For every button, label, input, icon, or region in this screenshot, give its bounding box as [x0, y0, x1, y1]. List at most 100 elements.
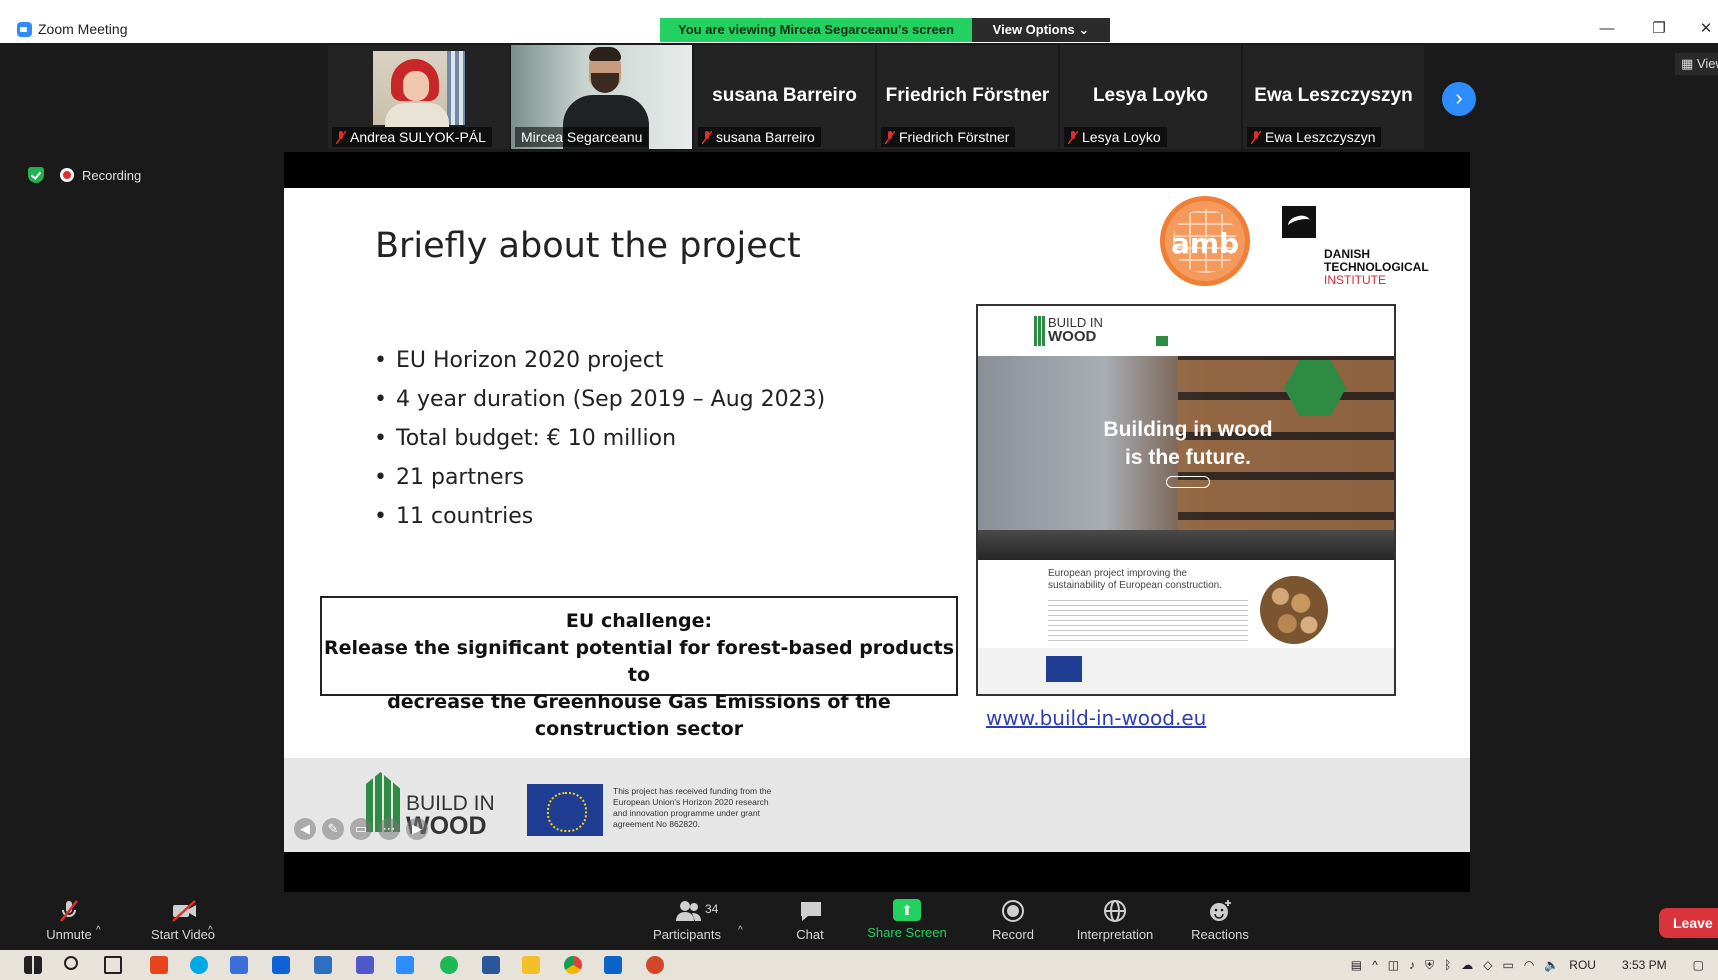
recording-indicator[interactable]: Recording: [28, 166, 141, 184]
view-button[interactable]: ▦ View: [1675, 53, 1718, 75]
list-item: 4 year duration (Sep 2019 – Aug 2023): [374, 387, 825, 426]
eu-flag-icon: [527, 784, 603, 836]
interpretation-button[interactable]: Interpretation: [1055, 899, 1175, 947]
outlook-app-icon[interactable]: [604, 956, 622, 974]
onedrive-icon[interactable]: ☁: [1461, 958, 1473, 972]
file-explorer-icon[interactable]: [522, 956, 540, 974]
participants-button[interactable]: Participants 34: [645, 899, 729, 947]
pen-icon[interactable]: ✎: [322, 818, 344, 840]
defender-icon[interactable]: ⛨: [1425, 958, 1434, 973]
wifi-icon[interactable]: ◠: [1524, 958, 1534, 972]
muted-microphone-icon: [57, 899, 81, 923]
chat-button[interactable]: Chat: [785, 899, 835, 947]
participants-options-caret-icon[interactable]: ^: [738, 925, 743, 936]
minimize-icon[interactable]: —: [1592, 18, 1622, 40]
list-item: 11 countries: [374, 504, 825, 543]
share-banner: You are viewing Mircea Segarceanu's scre…: [660, 18, 1110, 42]
leave-button[interactable]: Leave: [1659, 908, 1718, 938]
meeting-toolbar: Unmute ^ Start Video ^ Participants 34 ^…: [15, 893, 1718, 950]
video-options-caret-icon[interactable]: ^: [208, 925, 213, 936]
muted-mic-icon: [336, 131, 346, 144]
shared-screen: Briefly about the project EU Horizon 202…: [284, 152, 1470, 892]
chevron-up-icon[interactable]: ^: [1372, 958, 1378, 972]
participant-display-name: susana Barreiro: [712, 85, 857, 106]
restore-icon[interactable]: ❐: [1644, 18, 1674, 40]
chrome-app-icon[interactable]: [564, 956, 582, 974]
share-screen-icon: ⬆: [893, 899, 921, 921]
presentation-slide: Briefly about the project EU Horizon 202…: [284, 188, 1470, 852]
news-widget-icon[interactable]: ▤: [1351, 958, 1362, 972]
chevron-down-icon: ⌄: [1078, 22, 1090, 37]
participant-tile[interactable]: Ewa Leszczyszyn Ewa Leszczyszyn: [1243, 45, 1424, 149]
reactions-button[interactable]: Reactions: [1180, 899, 1260, 947]
dropbox-tray-icon[interactable]: ◇: [1483, 958, 1492, 972]
smiley-plus-icon: [1208, 899, 1232, 923]
view-options-button[interactable]: View Options ⌄: [972, 18, 1110, 42]
search-icon[interactable]: [64, 956, 78, 970]
dropbox-app-icon[interactable]: [272, 956, 290, 974]
share-screen-button[interactable]: ⬆ Share Screen: [857, 899, 957, 947]
record-button[interactable]: Record: [978, 899, 1048, 947]
video-off-icon: [171, 899, 196, 923]
participant-tile[interactable]: Friedrich Förstner Friedrich Förstner: [877, 45, 1058, 149]
website-hero: Building in wood is the future.: [978, 356, 1394, 560]
zoom-meeting-window: Zoom Meeting You are viewing Mircea Sega…: [0, 0, 1718, 980]
eu-flag-icon: [1046, 656, 1082, 682]
battery-icon[interactable]: ▭: [1503, 958, 1514, 972]
close-icon[interactable]: ✕: [1694, 18, 1718, 40]
security-app-icon[interactable]: [314, 956, 332, 974]
office-app-icon[interactable]: [150, 956, 168, 974]
next-slide-icon[interactable]: ▶: [406, 818, 428, 840]
website-logo: BUILD IN WOOD: [1034, 316, 1103, 346]
windows-start-icon[interactable]: [24, 956, 42, 974]
dti-logo-mark-icon: [1282, 206, 1316, 238]
list-item: 21 partners: [374, 465, 825, 504]
zoom-taskbar-icon[interactable]: [396, 956, 414, 974]
record-icon: [1001, 899, 1025, 923]
slide-bullet-list: EU Horizon 2020 project 4 year duration …: [374, 348, 825, 543]
teams-app-icon[interactable]: [356, 956, 374, 974]
notifications-icon[interactable]: ▢: [1693, 958, 1704, 972]
word-app-icon[interactable]: [482, 956, 500, 974]
list-item: Total budget: € 10 million: [374, 426, 825, 465]
funding-statement: This project has received funding from t…: [613, 786, 772, 829]
website-hero-button: [1166, 476, 1210, 488]
volume-icon[interactable]: 🔈: [1544, 958, 1559, 972]
viewing-screen-label: You are viewing Mircea Segarceanu's scre…: [660, 18, 972, 42]
unmute-button[interactable]: Unmute: [37, 899, 101, 947]
participant-display-name: Ewa Leszczyszyn: [1254, 85, 1413, 106]
security-shield-icon[interactable]: [28, 167, 44, 183]
website-footer: [978, 648, 1394, 694]
participant-name-label: Ewa Leszczyszyn: [1247, 127, 1382, 147]
participant-name-label: Lesya Loyko: [1064, 127, 1167, 147]
audio-options-caret-icon[interactable]: ^: [96, 925, 101, 936]
more-options-icon[interactable]: ⋯: [378, 818, 400, 840]
powerpoint-app-icon[interactable]: [646, 956, 664, 974]
website-body-text: [1048, 600, 1248, 642]
microphone-icon[interactable]: ♪: [1409, 958, 1415, 972]
participant-display-name: Lesya Loyko: [1092, 85, 1209, 106]
bluetooth-icon[interactable]: ᛒ: [1444, 958, 1451, 972]
participant-tile[interactable]: Lesya Loyko Lesya Loyko: [1060, 45, 1241, 149]
recording-dot-icon: [60, 168, 74, 182]
participant-tile[interactable]: susana Barreiro susana Barreiro: [694, 45, 875, 149]
window-title: Zoom Meeting: [38, 21, 128, 37]
slides-grid-icon[interactable]: ▭: [350, 818, 372, 840]
participant-tile-active-speaker[interactable]: Mircea Segarceanu: [511, 45, 692, 149]
muted-mic-icon: [1251, 131, 1261, 144]
next-participants-arrow-icon[interactable]: ›: [1442, 82, 1476, 116]
spotify-app-icon[interactable]: [440, 956, 458, 974]
start-video-button[interactable]: Start Video: [133, 899, 233, 947]
previous-slide-icon[interactable]: ◀: [294, 818, 316, 840]
website-screenshot: BUILD IN WOOD Building in wood is the fu…: [976, 304, 1396, 696]
participant-tile[interactable]: Andrea SULYOK-PÁL: [328, 45, 509, 149]
skype-app-icon[interactable]: [190, 956, 208, 974]
participants-icon: [675, 899, 701, 923]
language-indicator[interactable]: ROU: [1569, 958, 1596, 972]
calculator-app-icon[interactable]: [230, 956, 248, 974]
website-hero-title: Building in wood is the future.: [1103, 418, 1273, 469]
clock[interactable]: 3:53 PM: [1622, 958, 1667, 972]
recording-label: Recording: [82, 167, 142, 183]
task-view-icon[interactable]: [104, 956, 122, 974]
camera-icon[interactable]: ◫: [1388, 958, 1399, 972]
